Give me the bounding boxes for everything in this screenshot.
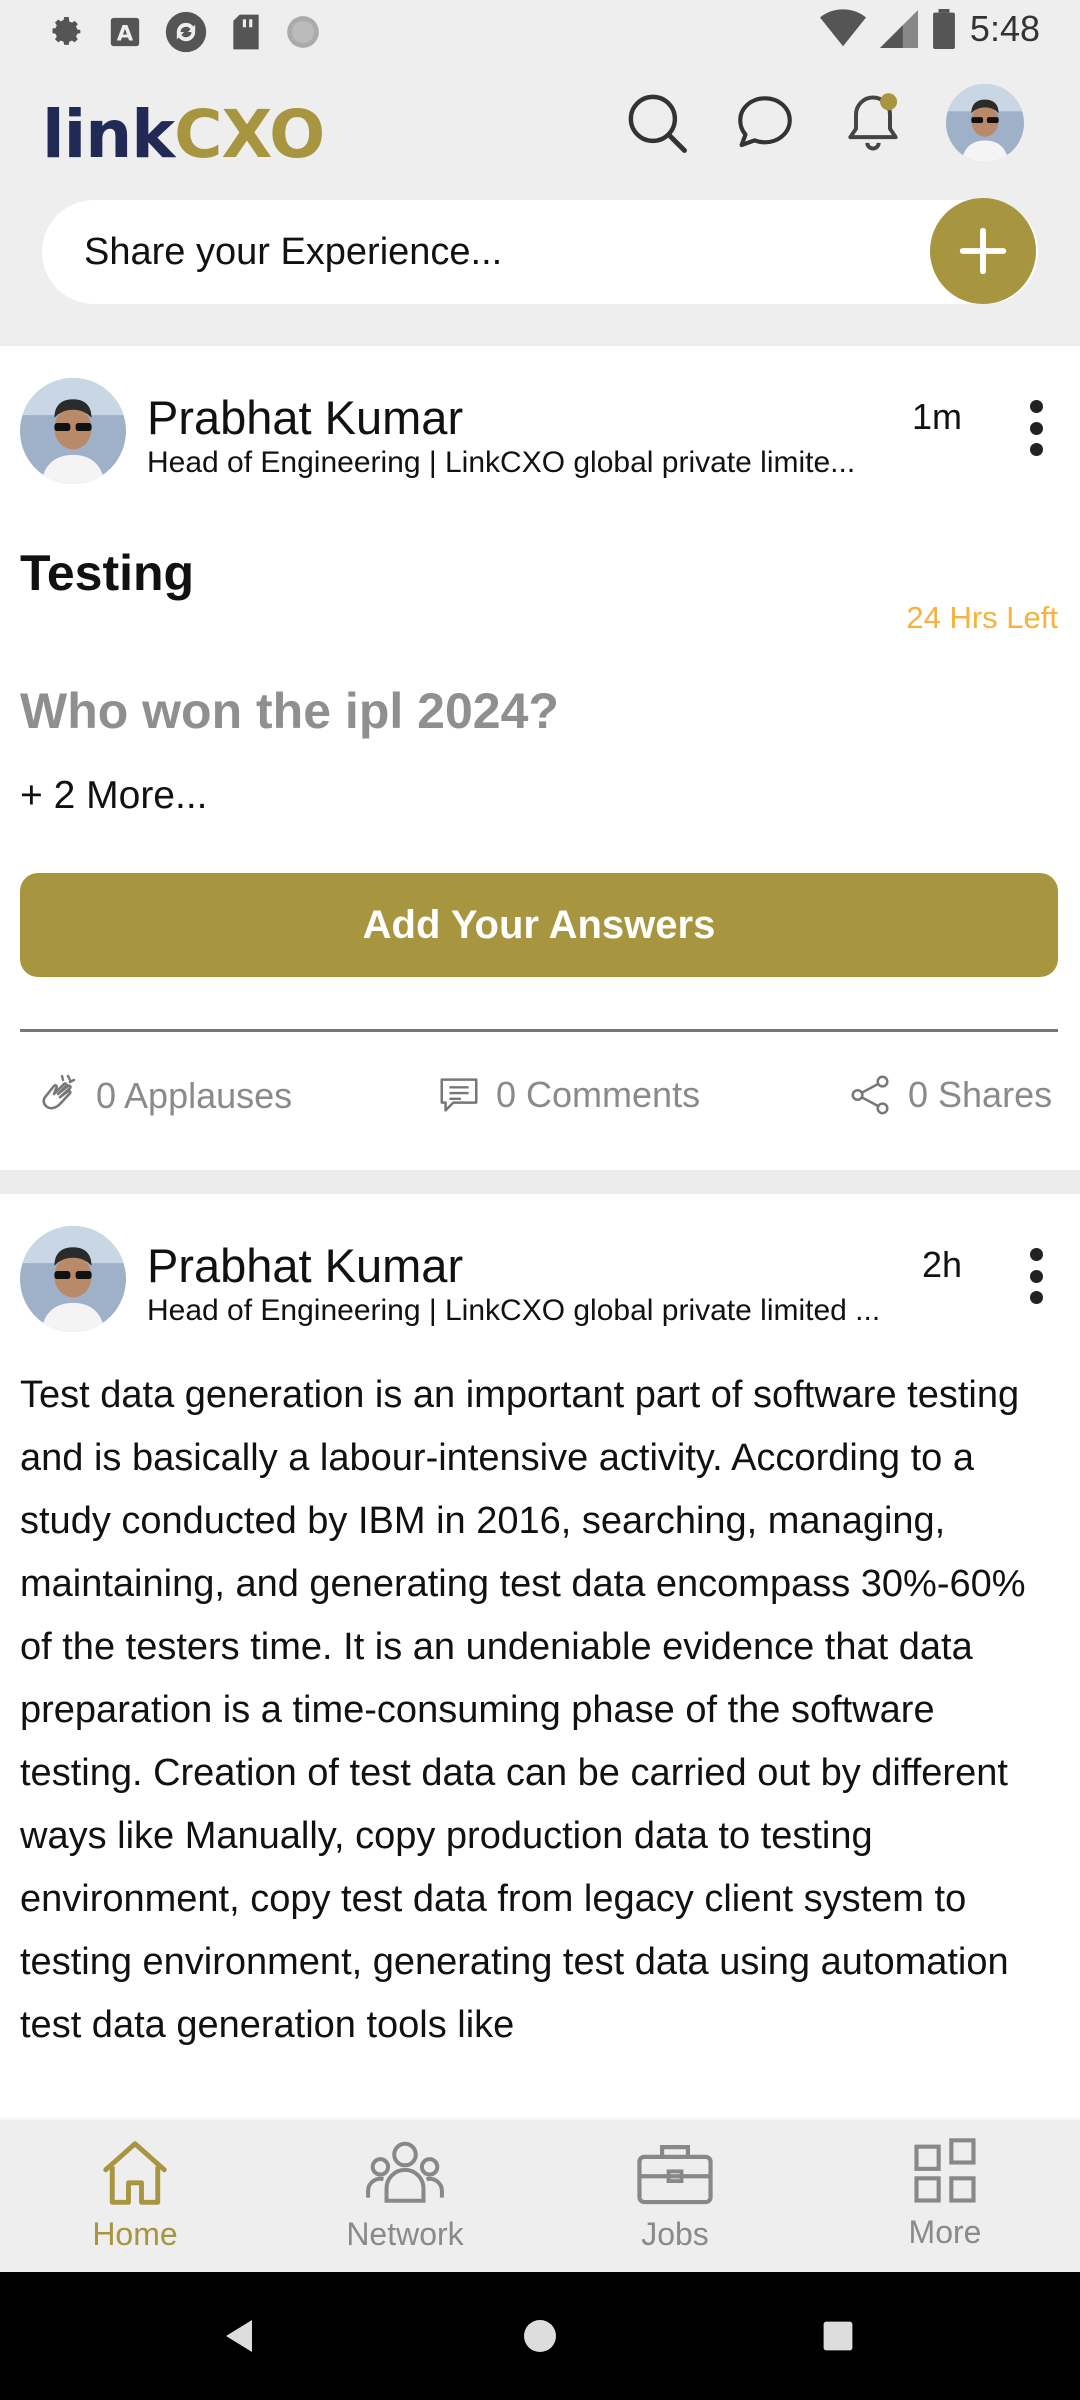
applause-count: 0 Applauses [96, 1075, 293, 1116]
poll-post-card: Prabhat Kumar Head of Engineering | Link… [0, 346, 1080, 1170]
sd-card-icon [233, 14, 259, 50]
clock: 5:48 [969, 8, 1040, 49]
applause-button[interactable]: 0 Applauses [34, 1072, 292, 1120]
comment-count: 0 Comments [496, 1074, 701, 1115]
header-actions [622, 84, 1024, 162]
home-circle-icon[interactable] [520, 2316, 560, 2356]
signal-icon [879, 10, 918, 48]
post-body: Test data generation is an important par… [20, 1374, 1026, 2046]
linkcxo-logo[interactable]: link CXO [42, 84, 325, 184]
post-time: 2h [921, 1244, 962, 1285]
comments-button[interactable]: 0 Comments [436, 1072, 700, 1118]
logo-text-link: link [42, 95, 175, 173]
author-name[interactable]: Prabhat Kumar [147, 390, 463, 445]
nav-more[interactable]: More [845, 2134, 1045, 2264]
author-avatar[interactable] [20, 378, 126, 484]
back-icon[interactable] [220, 2316, 260, 2356]
briefcase-icon [637, 2145, 713, 2205]
poll-timer: 24 Hrs Left [906, 600, 1058, 635]
logo-text-cxo: CXO [174, 95, 325, 173]
nav-network[interactable]: Network [305, 2134, 505, 2264]
sync-icon [165, 11, 207, 53]
author-title: Head of Engineering | LinkCXO global pri… [147, 446, 856, 479]
nav-network-label: Network [346, 2216, 464, 2252]
author-avatar[interactable] [20, 1226, 126, 1332]
bell-icon[interactable] [838, 88, 908, 158]
settings-icon [52, 17, 81, 45]
add-answers-button[interactable]: Add Your Answers [20, 873, 1058, 977]
grid-icon [914, 2138, 976, 2203]
svg-text:A: A [117, 22, 134, 47]
post-time: 1m [911, 396, 962, 437]
poll-more-link[interactable]: + 2 More... [20, 774, 208, 818]
poll-title: Testing [20, 545, 195, 601]
dot-icon [287, 16, 319, 48]
status-bar: A 5:48 [0, 0, 1080, 64]
chat-icon[interactable] [730, 88, 800, 158]
a-icon: A [110, 17, 140, 47]
more-options-icon[interactable] [1026, 1248, 1046, 1304]
battery-icon [933, 9, 955, 49]
nav-more-label: More [908, 2214, 982, 2250]
wifi-icon [819, 9, 866, 47]
plus-icon [959, 227, 1007, 275]
divider [20, 1029, 1058, 1032]
share-count: 0 Shares [908, 1074, 1053, 1115]
system-navigation-bar [0, 2272, 1080, 2400]
comment-icon [440, 1078, 478, 1112]
post-stats: 0 Applauses 0 Comments 0 Shares [0, 1072, 1080, 1126]
bottom-navigation: Home Network Jobs More [0, 2120, 1080, 2272]
share-experience-input[interactable]: Share your Experience... [42, 198, 1038, 304]
app-header: link CXO Share your Experience... [0, 64, 1080, 344]
recents-icon[interactable] [820, 2318, 856, 2354]
applause-icon [42, 1074, 76, 1110]
profile-avatar[interactable] [946, 84, 1024, 162]
nav-jobs-label: Jobs [641, 2216, 709, 2252]
share-button[interactable]: 0 Shares [848, 1072, 1052, 1118]
status-left-icons: A [46, 10, 322, 54]
nav-jobs[interactable]: Jobs [575, 2134, 775, 2264]
search-icon[interactable] [622, 88, 692, 158]
add-post-button[interactable] [930, 198, 1036, 304]
network-icon [366, 2141, 444, 2203]
author-title: Head of Engineering | LinkCXO global pri… [147, 1294, 881, 1327]
author-name[interactable]: Prabhat Kumar [147, 1238, 463, 1293]
nav-home-label: Home [92, 2216, 178, 2252]
text-post-card: Prabhat Kumar Head of Engineering | Link… [0, 1194, 1080, 2124]
share-icon [851, 1075, 889, 1115]
poll-question: Who won the ipl 2024? [20, 683, 559, 739]
nav-home[interactable]: Home [35, 2134, 235, 2264]
home-icon [103, 2141, 167, 2205]
more-options-icon[interactable] [1026, 400, 1046, 456]
share-placeholder: Share your Experience... [84, 230, 503, 273]
status-right: 5:48 [819, 8, 1040, 50]
